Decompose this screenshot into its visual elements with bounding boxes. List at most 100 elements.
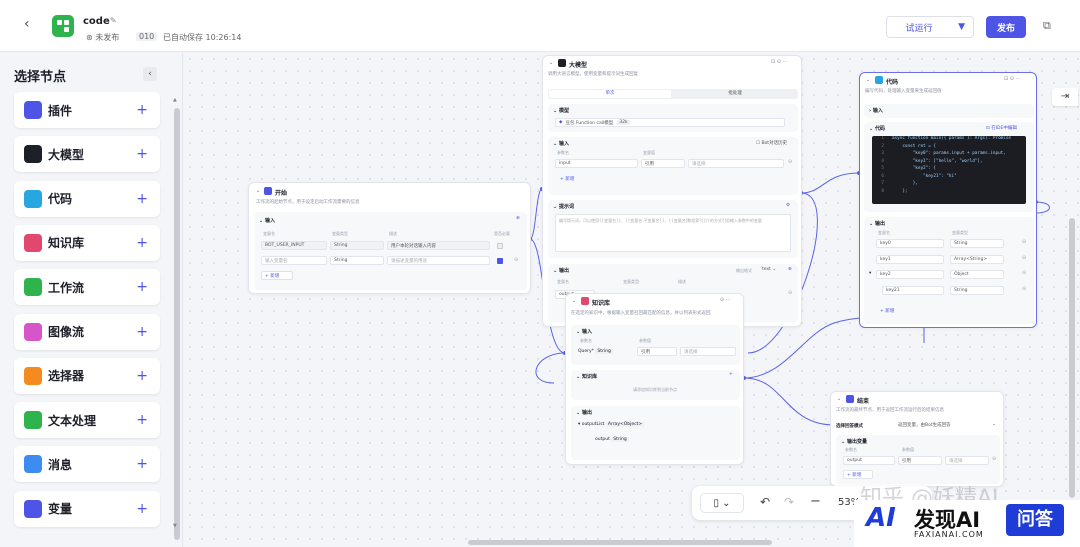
sidebar-scrollbar[interactable]	[174, 108, 180, 540]
value-select[interactable]: 请选择	[945, 456, 989, 465]
zoom-out-icon[interactable]: −	[810, 494, 821, 509]
add-button[interactable]: + 新增	[261, 271, 293, 280]
sidebar-item[interactable]: 消息 +	[14, 446, 160, 483]
chevron-down-icon[interactable]: ⌄	[572, 298, 576, 304]
canvas-v-scrollbar[interactable]	[1069, 218, 1075, 498]
remove-icon[interactable]: ⊖	[788, 159, 792, 165]
add-node-icon[interactable]: +	[136, 501, 148, 517]
chevron-down-icon[interactable]: ⌄	[837, 396, 841, 402]
output-name-field[interactable]: key1	[876, 254, 944, 264]
sidebar-item[interactable]: 变量 +	[14, 490, 160, 527]
ref-select[interactable]: 引用	[641, 159, 685, 168]
output-name-field[interactable]: key2	[876, 270, 944, 279]
collapse-icon[interactable]: ‹	[143, 67, 157, 81]
knowledge-node[interactable]: ⌄ 知识库 ⊙ ⋯ 在选定的知识中，根据输入变量召回最匹配的信息，并以列表形式返…	[565, 293, 744, 465]
sidebar-item[interactable]: 知识库 +	[14, 224, 160, 261]
add-node-icon[interactable]: +	[136, 235, 148, 251]
ide-link[interactable]: ⊡ 在IDE中编辑	[986, 125, 1017, 131]
add-button[interactable]: + 新增	[880, 308, 894, 314]
add-node-icon[interactable]: +	[136, 146, 148, 162]
add-node-icon[interactable]: +	[136, 456, 148, 472]
tab-single[interactable]: 单次	[549, 90, 671, 98]
more-icon[interactable]: ⊡ ⊙ ⋯	[1004, 76, 1021, 82]
code-editor[interactable]: 1 async function main({ params }: Args): …	[872, 136, 1026, 204]
required-checkbox[interactable]	[497, 258, 503, 264]
window-icon[interactable]: ⧉	[1043, 19, 1051, 33]
add-node-icon[interactable]: +	[136, 279, 148, 295]
publish-button[interactable]: 发布	[986, 16, 1026, 38]
output-type-select[interactable]: String	[950, 239, 1004, 248]
redo-icon[interactable]: ↷	[784, 495, 794, 509]
more-icon[interactable]: ⊡ ⊙ ⋯	[771, 59, 788, 65]
scroll-down-icon[interactable]: ▼	[173, 523, 177, 529]
add-icon[interactable]: +	[729, 372, 733, 377]
add-node-icon[interactable]: +	[136, 191, 148, 207]
output-name-field[interactable]: key21	[882, 285, 944, 295]
remove-icon[interactable]: ⊖	[788, 290, 792, 296]
mouse-mode-select[interactable]: ▯ ⌄	[700, 493, 744, 513]
output-type-select[interactable]: String	[950, 285, 1004, 295]
format-select[interactable]: text ⌄	[762, 267, 776, 272]
add-button[interactable]: + 新增	[560, 176, 574, 182]
sidebar-item[interactable]: 选择器 +	[14, 357, 160, 394]
remove-icon[interactable]: ⊖	[1022, 286, 1026, 292]
add-button[interactable]: + 新增	[843, 470, 873, 479]
output-type-select[interactable]: Object	[950, 270, 1004, 279]
sidebar-item[interactable]: 代码 +	[14, 180, 160, 217]
remove-icon[interactable]: ⊖	[1022, 270, 1026, 276]
add-icon[interactable]: ⊕	[788, 267, 792, 272]
add-node-icon[interactable]: +	[136, 324, 148, 340]
sidebar-item[interactable]: 文本处理 +	[14, 402, 160, 439]
remove-icon[interactable]: ⊖	[1022, 255, 1026, 261]
scroll-up-icon[interactable]: ▲	[173, 97, 177, 103]
add-node-icon[interactable]: +	[136, 102, 148, 118]
canvas-h-scrollbar[interactable]	[468, 540, 772, 545]
expand-icon[interactable]: ▾	[869, 271, 871, 276]
add-node-icon[interactable]: +	[136, 412, 148, 428]
param-input[interactable]: input	[555, 159, 638, 168]
model-select[interactable]: ◆ 豆包 Function call模型 32k	[555, 118, 785, 127]
kb-output-section: ⌄ 输出 ▾ outputList Array<Object> output S…	[571, 406, 740, 460]
output-name-field[interactable]: key0	[876, 239, 944, 248]
add-icon[interactable]: ⊕	[516, 216, 520, 221]
start-node[interactable]: ⌄ 开始 工作流的起始节点，用于设定启动工作流需要的信息 ⌄ 输入 ⊕ 变量名 …	[248, 182, 531, 294]
sidebar-item[interactable]: 插件 +	[14, 92, 160, 128]
edit-icon[interactable]: ✎	[110, 16, 117, 25]
code-node[interactable]: ⌄ 代码 ⊡ ⊙ ⋯ 编写代码，处理输入变量来生成返回值 › 输入 ⌄ 代码 ⊡…	[859, 72, 1037, 328]
ref-select[interactable]: 引用	[637, 347, 677, 356]
remove-icon[interactable]: ⊖	[992, 456, 996, 462]
chevron-down-icon[interactable]: ▼	[958, 22, 965, 32]
end-node[interactable]: ⌄ 结束 工作流的最终节点，用于返回工作流运行后的结果信息 选择回答模式 返回变…	[830, 391, 1004, 487]
remove-icon[interactable]: ⊖	[1022, 239, 1026, 245]
workflow-canvas[interactable]: ⌄ 开始 工作流的起始节点，用于设定启动工作流需要的信息 ⌄ 输入 ⊕ 变量名 …	[184, 53, 1080, 547]
chevron-down-icon[interactable]: ⌄	[866, 77, 870, 83]
knowledge-icon	[24, 233, 42, 252]
expand-panel-icon[interactable]: ⇥	[1052, 88, 1078, 106]
sidebar-item[interactable]: 工作流 +	[14, 269, 160, 306]
test-run-button[interactable]: 试运行 ▼	[886, 16, 974, 38]
ref-select[interactable]: 引用	[898, 456, 942, 465]
prompt-textarea[interactable]: 编写提示词，可以使用{{变量名}}、{{变量名.子变量名}}、{{变量名[数组索…	[555, 214, 791, 252]
chevron-down-icon[interactable]: ⌄	[549, 60, 553, 66]
ai-prompt-icon[interactable]: ⚙	[786, 203, 790, 208]
sidebar-item[interactable]: 大模型 +	[14, 136, 160, 173]
mode-select[interactable]: 返回变量，由Bot生成回答 ⌄	[895, 420, 999, 429]
llm-node[interactable]: ⌄ 大模型 ⊡ ⊙ ⋯ 调用大语言模型，使用变量和提示词生成回复 单次 批处理 …	[542, 55, 802, 327]
tab-batch[interactable]: 批处理	[674, 90, 796, 98]
add-node-icon[interactable]: +	[136, 368, 148, 384]
var-type-select[interactable]: String	[330, 256, 384, 265]
value-select[interactable]: 请选择	[688, 159, 784, 168]
output-type-select[interactable]: Array<String>	[950, 254, 1004, 264]
more-icon[interactable]: ⊙ ⋯	[720, 297, 731, 303]
undo-icon[interactable]: ↶	[760, 495, 770, 509]
var-name-input[interactable]: 输入变量名	[261, 256, 327, 265]
chevron-down-icon[interactable]: ⌄	[256, 188, 260, 194]
mode-tabs: 单次 批处理	[548, 89, 798, 99]
history-toggle[interactable]: ☐ Bot对话历史	[756, 140, 787, 146]
value-select[interactable]: 请选择	[680, 347, 736, 356]
back-arrow-icon[interactable]: ‹	[24, 16, 30, 32]
remove-icon[interactable]: ⊖	[514, 257, 518, 263]
sidebar-item[interactable]: 图像流 +	[14, 313, 160, 350]
param-input[interactable]: output	[843, 456, 895, 465]
var-desc-input[interactable]: 请描述变量的用途	[387, 256, 490, 265]
